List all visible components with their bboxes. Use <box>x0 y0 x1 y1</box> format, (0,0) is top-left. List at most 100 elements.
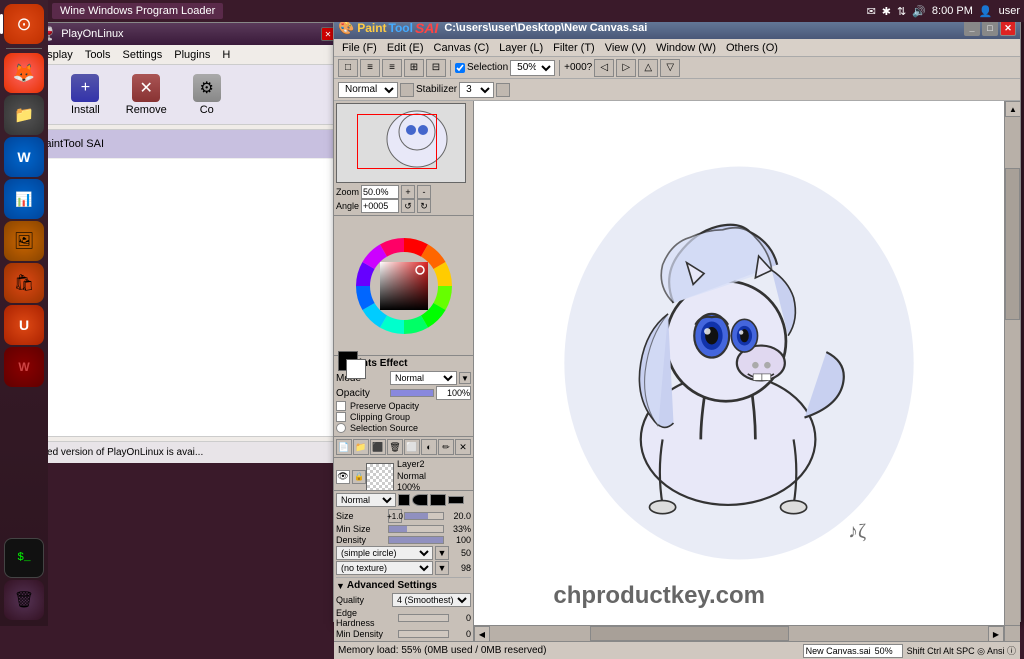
edge-hardness-slider[interactable] <box>398 614 449 622</box>
sai-maximize-button[interactable]: □ <box>982 20 998 36</box>
quality-dropdown[interactable]: 4 (Smoothest) <box>392 593 471 607</box>
pol-configure-button[interactable]: ⚙ Co <box>185 70 229 120</box>
horizontal-scrollbar[interactable]: ◀ ▶ <box>474 625 1004 641</box>
pol-menu-settings[interactable]: Settings <box>121 49 165 61</box>
taskbar-app-label[interactable]: Wine Windows Program Loader <box>52 3 223 19</box>
shape-dropdown[interactable]: (simple circle) <box>336 546 433 560</box>
sai-close-button[interactable]: ✕ <box>1000 20 1016 36</box>
brush-shape-3[interactable] <box>448 496 464 504</box>
sidebar-item-writer[interactable]: W <box>4 137 44 177</box>
density-row: Density 100 <box>336 535 471 545</box>
background-color[interactable] <box>346 359 366 379</box>
texture-btn[interactable]: ▼ <box>435 561 449 575</box>
opacity-slider[interactable] <box>390 389 434 397</box>
vertical-scrollbar[interactable]: ▲ ▼ <box>1004 101 1020 641</box>
sai-minimize-button[interactable]: _ <box>964 20 980 36</box>
toolbar-btn-7[interactable]: ▷ <box>616 59 636 77</box>
min-size-slider[interactable] <box>388 525 444 533</box>
preserve-opacity-checkbox[interactable] <box>336 401 346 411</box>
zoom-input[interactable] <box>361 185 399 199</box>
mode-btn[interactable] <box>400 83 414 97</box>
toolbar-btn-8[interactable]: △ <box>638 59 658 77</box>
stabilizer-btn[interactable] <box>496 83 510 97</box>
texture-dropdown[interactable]: (no texture) <box>336 561 433 575</box>
layer-row[interactable]: 👁 🔒 Layer2 Normal 100% <box>334 458 473 490</box>
toolbar-btn-2[interactable]: ≡ <box>360 59 380 77</box>
normal-mode-dropdown[interactable]: Normal <box>338 82 398 98</box>
pol-remove-button[interactable]: ✕ Remove <box>118 70 175 120</box>
scroll-track-h[interactable] <box>490 626 988 641</box>
layer2-lock[interactable]: 🔒 <box>352 470 366 484</box>
toolbar-btn-3[interactable]: ≡ <box>382 59 402 77</box>
toolbar-btn-5[interactable]: ⊟ <box>426 59 446 77</box>
shape-btn[interactable]: ▼ <box>435 546 449 560</box>
layer-trash-btn[interactable]: ✕ <box>455 439 471 455</box>
sai-menu-window[interactable]: Window (W) <box>652 42 720 54</box>
layer2-visibility[interactable]: 👁 <box>336 470 350 484</box>
pol-menu-plugins[interactable]: Plugins <box>172 49 212 61</box>
angle-input[interactable] <box>361 199 399 213</box>
sidebar-item-files[interactable]: 📁 <box>4 95 44 135</box>
adv-collapse-btn[interactable]: ▼ <box>336 581 345 591</box>
brush-mode-dropdown[interactable]: Normal <box>336 493 396 507</box>
sai-menu-file[interactable]: File (F) <box>338 42 381 54</box>
sidebar-item-firefox[interactable]: 🦊 <box>4 53 44 93</box>
angle-cw-btn[interactable]: ↻ <box>417 199 431 213</box>
min-density-slider[interactable] <box>398 630 449 638</box>
stabilizer-dropdown[interactable]: 3 <box>459 82 494 98</box>
layer-mask-btn[interactable]: ◐ <box>421 439 437 455</box>
pol-configure-icon: ⚙ <box>193 74 221 102</box>
sidebar-item-software[interactable]: 🛍 <box>4 263 44 303</box>
opacity-input[interactable] <box>436 386 471 400</box>
toolbar-btn-6[interactable]: ◁ <box>594 59 614 77</box>
sai-menu-view[interactable]: View (V) <box>601 42 650 54</box>
pol-menu-help[interactable]: H <box>220 49 232 61</box>
selection-checkbox[interactable] <box>455 63 465 73</box>
canvas-content: ♪ζ chproductkey.com <box>474 101 1004 625</box>
color-area <box>334 216 473 356</box>
angle-ccw-btn[interactable]: ↺ <box>401 199 415 213</box>
scroll-track-v[interactable] <box>1005 117 1020 625</box>
size-slider[interactable] <box>404 512 444 520</box>
size-plus-btn[interactable]: +1.0 <box>388 509 402 523</box>
sai-menu-edit[interactable]: Edit (E) <box>383 42 428 54</box>
layer-folder-btn[interactable]: 📁 <box>353 439 369 455</box>
density-label: Density <box>336 535 386 545</box>
pol-install-button[interactable]: + Install <box>63 70 108 120</box>
sidebar-item-trash[interactable]: 🗑 <box>4 580 44 620</box>
density-slider[interactable] <box>388 536 444 544</box>
sai-menu-others[interactable]: Others (O) <box>722 42 782 54</box>
brush-shape-1[interactable] <box>412 494 428 506</box>
mode-dropdown[interactable]: Normal <box>390 371 457 385</box>
list-item[interactable]: PaintTool SAI <box>6 130 334 159</box>
sai-menu-filter[interactable]: Filter (T) <box>549 42 599 54</box>
scroll-up-btn[interactable]: ▲ <box>1005 101 1020 117</box>
layer-copy-btn[interactable]: ⬛ <box>370 439 386 455</box>
layer-edit-btn[interactable]: ✏ <box>438 439 454 455</box>
sidebar-item-shotwell[interactable]: 🖼 <box>4 221 44 261</box>
sai-menu-layer[interactable]: Layer (L) <box>495 42 547 54</box>
pol-menu-tools[interactable]: Tools <box>83 49 113 61</box>
scroll-right-btn[interactable]: ▶ <box>988 626 1004 641</box>
sidebar-item-terminal[interactable]: $_ <box>4 538 44 578</box>
layer-new-btn[interactable]: 📄 <box>336 439 352 455</box>
layer-delete-btn[interactable]: 🗑 <box>387 439 403 455</box>
sai-menu-canvas[interactable]: Canvas (C) <box>430 42 494 54</box>
zoom-out-btn[interactable]: - <box>417 185 431 199</box>
selection-source-radio[interactable] <box>336 423 346 433</box>
toolbar-btn-9[interactable]: ▽ <box>660 59 680 77</box>
sidebar-item-wine[interactable]: W <box>4 347 44 387</box>
mode-lock-btn[interactable]: ▼ <box>459 372 471 384</box>
zoom-in-btn[interactable]: + <box>401 185 415 199</box>
sidebar-item-home[interactable]: ⊙ <box>4 4 44 44</box>
sidebar-item-calc[interactable]: 📊 <box>4 179 44 219</box>
toolbar-btn-1[interactable]: □ <box>338 59 358 77</box>
selection-dropdown[interactable]: 50% <box>510 60 555 76</box>
sidebar-item-ubuntu-one[interactable]: U <box>4 305 44 345</box>
color-swatch-small[interactable] <box>398 494 410 506</box>
clipping-group-checkbox[interactable] <box>336 412 346 422</box>
toolbar-btn-4[interactable]: ⊞ <box>404 59 424 77</box>
layer-merge-btn[interactable]: ⬜ <box>404 439 420 455</box>
scroll-left-btn[interactable]: ◀ <box>474 626 490 641</box>
brush-shape-2[interactable] <box>430 494 446 506</box>
